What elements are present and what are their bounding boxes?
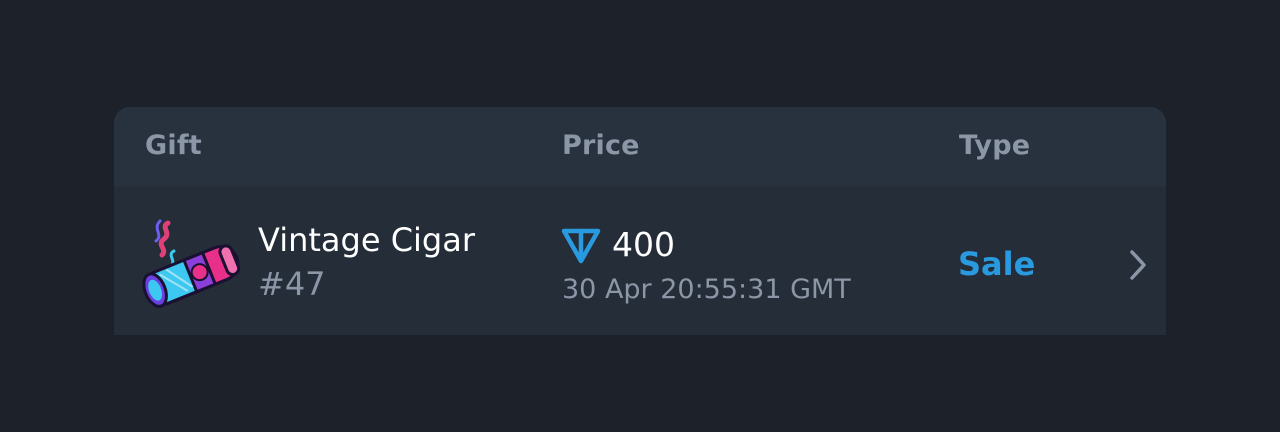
- sale-date: 30 Apr 20:55:31 GMT: [562, 274, 851, 305]
- transaction-type: Sale: [958, 245, 1036, 283]
- gift-history-table: Gift Price Type Vintage Cigar #47 400 30…: [114, 107, 1166, 335]
- table-row[interactable]: Vintage Cigar #47 400 30 Apr 20:55:31 GM…: [114, 187, 1166, 335]
- chevron-right-icon[interactable]: [1128, 248, 1148, 282]
- cigar-icon: [142, 219, 241, 308]
- table-header: Gift Price Type: [114, 107, 1166, 187]
- gift-number: #47: [258, 265, 326, 303]
- column-header-price: Price: [562, 130, 640, 161]
- column-header-gift: Gift: [145, 130, 202, 161]
- gift-name: Vintage Cigar: [258, 221, 475, 259]
- ton-icon: [561, 228, 601, 264]
- price-value: 400: [612, 225, 675, 264]
- column-header-type: Type: [959, 130, 1031, 161]
